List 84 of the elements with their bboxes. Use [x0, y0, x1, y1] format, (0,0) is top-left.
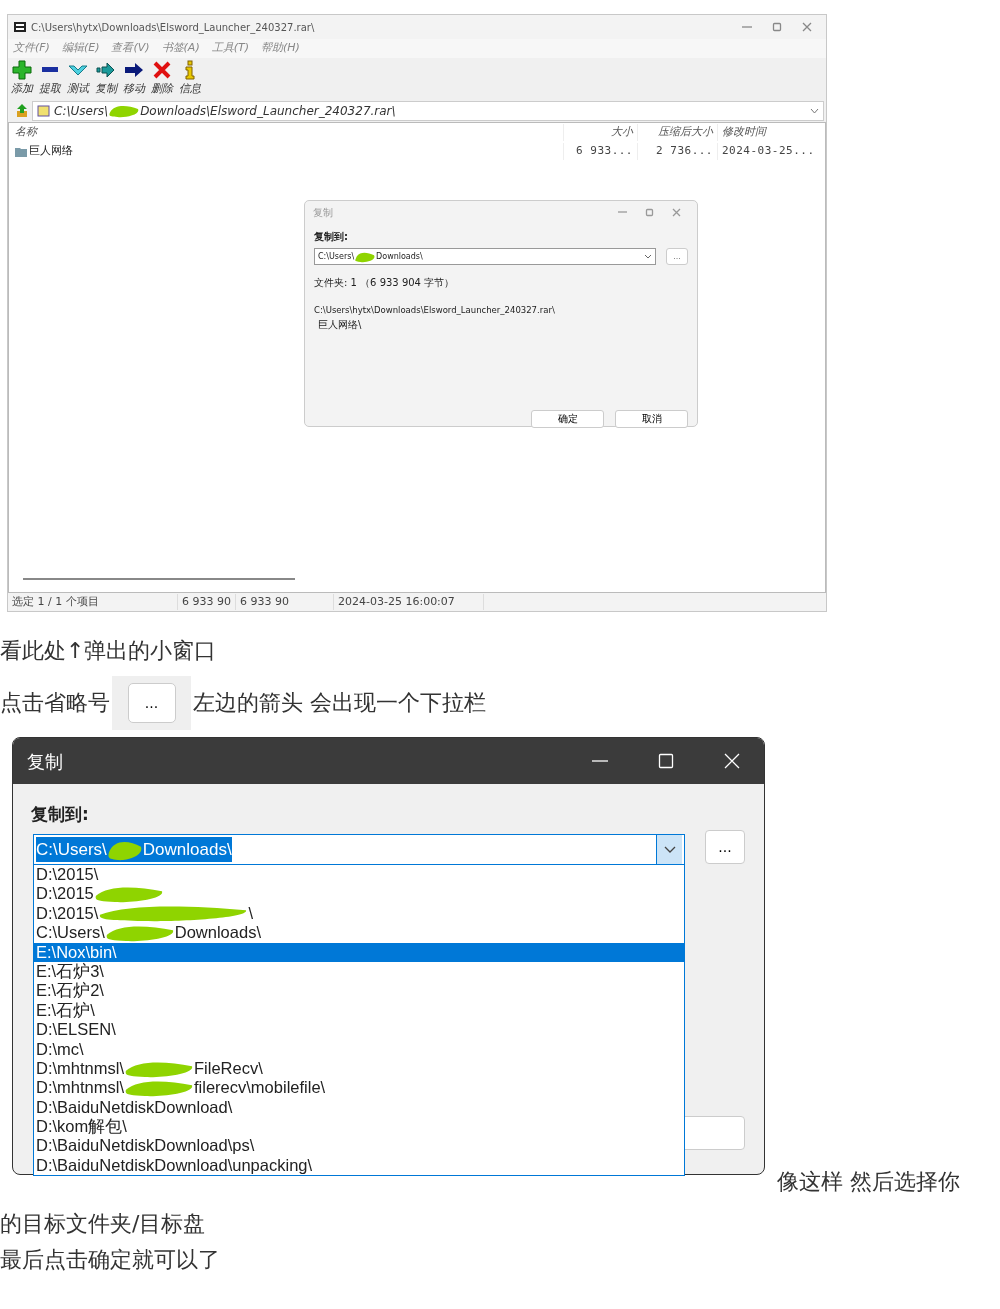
toolbar-button[interactable]: 移动 — [123, 60, 145, 98]
source-path: 巨人网络\ — [317, 317, 363, 332]
dropdown-option[interactable]: E:\石炉3\ — [34, 961, 684, 982]
dropdown-option[interactable]: D:\mc\ — [34, 1039, 684, 1059]
status-text: 选定 1 / 1 个项目 — [8, 593, 178, 611]
dropdown-option[interactable]: D:\2015\ — [34, 865, 684, 885]
dropdown-option[interactable]: E:\石炉2\ — [34, 981, 684, 1001]
address-field[interactable]: C:\Users\ Downloads\Elsword_Launcher_240327.rar\ — [32, 101, 824, 121]
destination-combobox[interactable]: C:\Users\ Downloads\ — [314, 248, 656, 265]
plus-icon — [12, 60, 32, 80]
close-icon — [724, 753, 740, 769]
minimize-icon — [742, 26, 752, 28]
cancel-button[interactable]: 取消 — [615, 409, 688, 428]
status-text: 6 933 90 — [178, 593, 236, 611]
column-header[interactable]: 名称 — [9, 124, 563, 141]
table-cell: 2 736... — [637, 143, 717, 160]
caption-text: 看此处↑弹出的小窗口 — [0, 637, 218, 665]
dropdown-option[interactable]: C:\Users\ Downloads\ — [34, 923, 684, 943]
arrow-right-icon — [124, 60, 144, 80]
status-text: 2024-03-25 16:00:07 — [334, 593, 484, 611]
column-header[interactable]: 压缩后大小 — [637, 124, 717, 141]
caption-text: 左边的箭头 会出现一个下拉栏 — [193, 689, 486, 717]
dropdown-option[interactable]: D:\2015\ \ — [34, 903, 684, 924]
menu-item[interactable]: 工具(T) — [211, 40, 249, 57]
browse-button[interactable]: ... — [705, 830, 745, 864]
dropdown-option[interactable]: E:\石炉\ — [34, 1000, 684, 1021]
table-cell: 2024-03-25... — [717, 143, 825, 160]
dropdown-option[interactable]: D:\BaiduNetdiskDownload\ — [34, 1097, 684, 1118]
maximize-icon — [645, 207, 654, 217]
caption-text: 像这样 然后选择你 — [777, 1168, 960, 1196]
chevron-down-icon[interactable] — [810, 108, 819, 114]
dropdown-option[interactable]: D:\BaiduNetdiskDownload\ps\ — [34, 1136, 684, 1156]
minus-icon — [42, 67, 58, 72]
toolbar-button[interactable]: 测试 — [67, 60, 89, 98]
close-icon — [672, 207, 681, 217]
folder-info: 文件夹: 1 （6 933 904 字节） — [314, 276, 456, 290]
arrow-right-icon — [96, 60, 116, 80]
dropdown-option[interactable]: D:\2015 — [34, 884, 684, 904]
minimize-icon — [592, 760, 608, 762]
caption-text: 点击省略号 — [0, 689, 110, 717]
toolbar-button[interactable]: 提取 — [39, 60, 61, 98]
dropdown-arrow-button[interactable] — [656, 835, 682, 864]
column-header[interactable]: 修改时间 — [717, 124, 825, 141]
dropdown-option[interactable]: D:\BaiduNetdiskDownload\unpacking\ — [34, 1155, 684, 1176]
menu-item[interactable]: 编辑(E) — [61, 40, 100, 57]
dropdown-option[interactable]: D:\mhtnmsl\ filerecv\mobilefile\ — [34, 1078, 684, 1098]
toolbar-button[interactable]: 删除 — [151, 60, 173, 98]
app-icon — [14, 22, 26, 32]
toolbar-button[interactable]: 复制 — [95, 60, 117, 98]
close-icon — [802, 22, 812, 32]
close-icon — [152, 60, 172, 80]
dialog-title: 复制 — [27, 749, 63, 774]
caption-text: 最后点击确定就可以了 — [0, 1246, 221, 1274]
field-label: 复制到: — [31, 803, 89, 826]
ellipsis-button[interactable]: ... — [127, 683, 176, 723]
chevron-down-icon — [663, 846, 676, 853]
minimize-icon — [618, 211, 627, 213]
table-cell: 巨人网络 — [29, 143, 73, 160]
toolbar-button[interactable]: 添加 — [11, 60, 33, 98]
window-title: C:\Users\hytx\Downloads\Elsword_Launcher_240327.rar\ — [31, 20, 315, 35]
chevron-down-icon[interactable] — [644, 254, 652, 259]
dropdown-option[interactable]: D:\mhtnmsl\ FileRecv\ — [34, 1058, 684, 1079]
status-text: 6 933 90 — [236, 593, 334, 611]
destination-combobox[interactable]: C:\Users\ Downloads\ — [33, 834, 685, 865]
source-path: C:\Users\hytx\Downloads\Elsword_Launcher_240327.rar\ — [314, 304, 556, 317]
maximize-icon — [658, 753, 674, 769]
menu-item[interactable]: 书签(A) — [161, 40, 200, 57]
dropdown-option[interactable]: E:\Nox\bin\ — [34, 942, 684, 962]
folder-icon — [15, 146, 27, 157]
horizontal-scrollbar[interactable] — [23, 578, 295, 580]
dropdown-option[interactable]: D:\kom解包\ — [34, 1117, 684, 1137]
maximize-icon — [772, 22, 782, 32]
caption-text: 的目标文件夹/目标盘 — [0, 1210, 207, 1238]
ok-button[interactable]: 确定 — [531, 409, 604, 428]
toolbar-button[interactable]: 信息 — [179, 60, 201, 98]
up-arrow-icon[interactable] — [16, 104, 28, 118]
dialog-title: 复制 — [313, 205, 333, 220]
table-cell: 6 933... — [563, 143, 637, 160]
column-header[interactable]: 大小 — [563, 124, 637, 141]
folder-icon — [37, 105, 50, 117]
menu-item[interactable]: 查看(V) — [111, 40, 150, 57]
dropdown-option[interactable]: D:\ELSEN\ — [34, 1020, 684, 1040]
field-label: 复制到: — [314, 230, 349, 244]
browse-button[interactable]: ... — [666, 248, 688, 265]
